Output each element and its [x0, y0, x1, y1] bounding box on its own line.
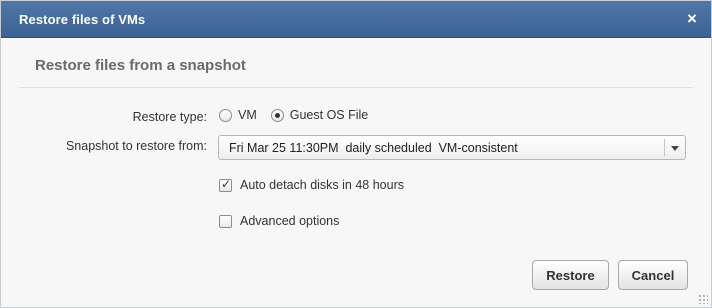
restore-type-radio-group: VM Guest OS File	[219, 108, 382, 122]
auto-detach-row: Auto detach disks in 48 hours	[219, 177, 404, 192]
resize-grip-icon[interactable]	[698, 294, 708, 304]
advanced-options-row: Advanced options	[219, 214, 339, 228]
restore-type-guest-os-file-radio[interactable]	[270, 108, 284, 122]
dialog-subtitle: Restore files from a snapshot	[35, 57, 246, 74]
restore-type-vm-radio[interactable]	[219, 108, 232, 122]
snapshot-label: Snapshot to restore from:	[65, 139, 207, 153]
advanced-options-label[interactable]: Advanced options	[240, 214, 339, 228]
cancel-button[interactable]: Cancel	[618, 260, 688, 290]
divider	[19, 87, 693, 88]
restore-button[interactable]: Restore	[532, 260, 609, 290]
select-divider	[664, 139, 665, 156]
restore-type-guest-os-file-label[interactable]: Guest OS File	[290, 108, 369, 122]
restore-type-label: Restore type:	[132, 110, 207, 124]
auto-detach-checkbox[interactable]	[219, 177, 232, 192]
auto-detach-label[interactable]: Auto detach disks in 48 hours	[240, 178, 404, 192]
restore-files-dialog: Restore files of VMs × Restore files fro…	[0, 0, 712, 308]
dialog-titlebar: Restore files of VMs ×	[1, 1, 711, 38]
chevron-down-icon[interactable]	[671, 146, 679, 151]
snapshot-select[interactable]: Fri Mar 25 11:30PM daily scheduled VM-co…	[218, 135, 686, 160]
snapshot-select-value: Fri Mar 25 11:30PM daily scheduled VM-co…	[229, 141, 518, 155]
close-icon[interactable]: ×	[683, 9, 701, 29]
dialog-title: Restore files of VMs	[19, 12, 146, 27]
advanced-options-checkbox[interactable]	[219, 214, 232, 228]
restore-type-vm-label[interactable]: VM	[238, 108, 257, 122]
